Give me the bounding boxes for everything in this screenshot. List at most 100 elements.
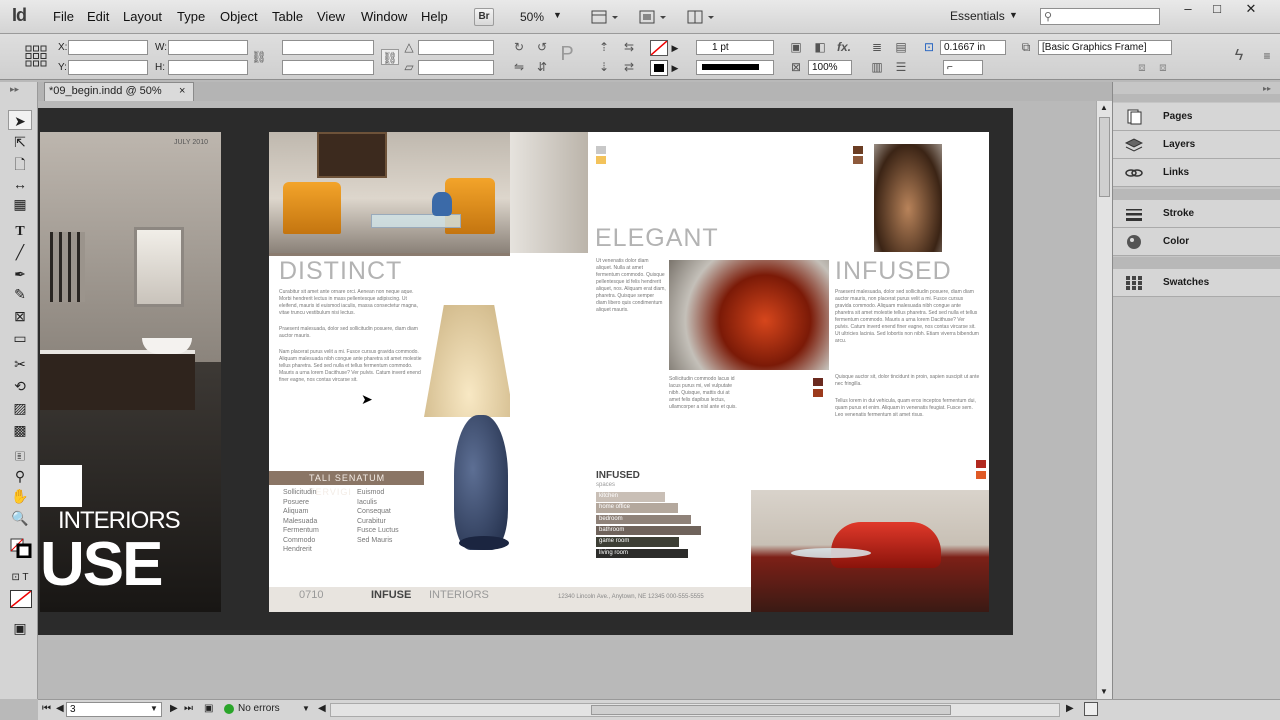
stroke-dropdown-icon[interactable]: ▶ [669, 60, 681, 76]
y-field[interactable] [68, 60, 148, 75]
hand-tool-icon[interactable]: ✋ [8, 486, 32, 506]
pen-tool-icon[interactable]: ✒ [8, 264, 32, 284]
rectangle-tool-icon[interactable]: ▭ [8, 328, 32, 348]
toolbox-collapse-icon[interactable]: ▸▸ [10, 84, 19, 95]
flip-vertical-icon[interactable]: ⇵ [533, 59, 551, 75]
constrain-proportions-icon[interactable]: ⛓ [250, 49, 268, 65]
horizontal-scrollbar[interactable] [330, 703, 1060, 717]
pages-panel-tab[interactable]: Pages [1113, 103, 1280, 131]
menu-view[interactable]: View [317, 9, 345, 24]
view-options-button[interactable] [590, 8, 620, 26]
free-transform-tool-icon[interactable]: ⟲ [8, 376, 32, 396]
open-page-icon[interactable]: ▣ [204, 703, 213, 714]
panel-menu-icon[interactable]: ≡ [1258, 48, 1276, 64]
workspace-switcher[interactable]: Essentials [950, 9, 1005, 23]
preflight-dropdown-icon[interactable]: ▼ [302, 704, 310, 713]
w-field[interactable] [168, 40, 248, 55]
vertical-scrollbar[interactable]: ▲ ▼ [1096, 101, 1112, 699]
text-wrap-jump-icon[interactable]: ☰ [892, 59, 910, 75]
zoom-dropdown-icon[interactable]: ▼ [553, 10, 562, 20]
preflight-panel-icon[interactable]: ◀ [318, 703, 326, 714]
select-previous-icon[interactable]: ⇆ [620, 39, 638, 55]
next-page-icon[interactable]: ▶ [170, 703, 178, 714]
lightning-icon[interactable]: ϟ [1230, 48, 1248, 64]
right-page[interactable]: ELEGANT INFUSED Ut venenatis dolor diam … [510, 132, 989, 612]
menu-type[interactable]: Type [177, 9, 205, 24]
screen-mode-button[interactable] [638, 8, 668, 26]
note-tool-icon[interactable]: 🗉 [8, 446, 32, 466]
effects-icon[interactable]: ◧ [811, 39, 829, 55]
corner-shape-field[interactable]: ⌐ [943, 60, 983, 75]
rotate-ccw-icon[interactable]: ↺ [533, 39, 551, 55]
arrange-documents-button[interactable] [686, 8, 716, 26]
fill-stroke-swatches[interactable] [10, 538, 32, 559]
apply-none-button[interactable] [10, 590, 32, 608]
bridge-button[interactable]: Br [474, 8, 494, 26]
direct-selection-tool-icon[interactable]: ⇱ [8, 132, 32, 152]
clear-attributes-icon[interactable]: ⧈ [1154, 59, 1172, 75]
stroke-swatch[interactable] [650, 60, 668, 76]
formatting-affects-container-icon[interactable]: ⊡ T [8, 568, 32, 588]
menu-table[interactable]: Table [272, 9, 303, 24]
gradient-swatch-tool-icon[interactable]: ▨ [8, 398, 32, 418]
first-page-icon[interactable]: ⏮ [42, 703, 51, 714]
hscroll-thumb[interactable] [591, 705, 951, 715]
page-number-field[interactable]: 3 [66, 702, 162, 717]
menu-help[interactable]: Help [421, 9, 448, 24]
scale-x-field[interactable] [282, 40, 374, 55]
gap-field[interactable]: 0.1667 in [940, 40, 1006, 55]
gap-tool-icon[interactable]: ↔ [8, 174, 32, 194]
amber-vase-photo[interactable] [874, 144, 942, 252]
scissors-tool-icon[interactable]: ✂ [8, 354, 32, 374]
stroke-panel-tab[interactable]: Stroke [1113, 200, 1280, 228]
clear-overrides-icon[interactable]: ⧈ [1133, 59, 1151, 75]
text-wrap-shape-icon[interactable]: ▥ [868, 59, 886, 75]
menu-edit[interactable]: Edit [87, 9, 109, 24]
preflight-status-text[interactable]: No errors [238, 703, 280, 714]
text-wrap-bbox-icon[interactable]: ▤ [892, 39, 910, 55]
rotation-angle-field[interactable] [418, 40, 494, 55]
panel-group-grip[interactable] [1113, 257, 1280, 269]
object-style-field[interactable]: [Basic Graphics Frame] [1038, 40, 1172, 55]
fill-swatch[interactable] [650, 40, 668, 56]
lounge-photo[interactable] [269, 132, 510, 253]
search-field[interactable]: ⚲ [1040, 8, 1160, 25]
page-tool-icon[interactable]: 🗋 [8, 154, 32, 174]
search-input[interactable] [1057, 10, 1157, 23]
fill-dropdown-icon[interactable]: ▶ [669, 40, 681, 56]
content-collector-icon[interactable]: ▦ [8, 194, 32, 214]
rectangle-frame-tool-icon[interactable]: ⊠ [8, 306, 32, 326]
line-tool-icon[interactable]: ╱ [8, 242, 32, 262]
eyedropper-tool-icon[interactable]: ⚲ [8, 466, 32, 486]
scroll-thumb[interactable] [1099, 117, 1110, 197]
document-tab[interactable]: *09_begin.indd @ 50% × [44, 82, 194, 101]
reference-point-icon[interactable] [24, 44, 48, 68]
scroll-down-icon[interactable]: ▼ [1100, 687, 1108, 696]
select-next-icon[interactable]: ⇄ [620, 59, 638, 75]
x-field[interactable] [68, 40, 148, 55]
menu-object[interactable]: Object [220, 9, 258, 24]
scroll-up-icon[interactable]: ▲ [1100, 103, 1108, 112]
scroll-right-icon[interactable]: ▶ [1066, 703, 1074, 714]
scale-y-field[interactable] [282, 60, 374, 75]
minimize-button[interactable]: – [1173, 2, 1203, 18]
opacity-field[interactable]: 100% [808, 60, 852, 75]
zoom-level[interactable]: 50% [520, 10, 544, 24]
left-page[interactable]: DISTINCT Curabitur sit amet ante ornare … [269, 132, 510, 612]
select-container-icon[interactable]: ⇡ [595, 39, 613, 55]
maximize-button[interactable]: □ [1202, 2, 1232, 18]
flip-horizontal-icon[interactable]: ⇋ [510, 59, 528, 75]
gradient-feather-tool-icon[interactable]: ▩ [8, 420, 32, 440]
text-wrap-none-icon[interactable]: ≣ [868, 39, 886, 55]
rotate-cw-icon[interactable]: ↻ [510, 39, 528, 55]
stroke-type-field[interactable] [696, 60, 774, 75]
fx-icon[interactable]: fx. [835, 39, 853, 55]
close-window-button[interactable]: ✕ [1236, 2, 1266, 18]
links-panel-tab[interactable]: Links [1113, 159, 1280, 187]
selection-tool-icon[interactable]: ➤ [8, 110, 32, 130]
menu-layout[interactable]: Layout [123, 9, 162, 24]
select-content-icon[interactable]: ⇣ [595, 59, 613, 75]
swatches-panel-tab[interactable]: Swatches [1113, 269, 1280, 297]
last-page-icon[interactable]: ⏭ [184, 703, 193, 714]
pencil-tool-icon[interactable]: ✎ [8, 284, 32, 304]
